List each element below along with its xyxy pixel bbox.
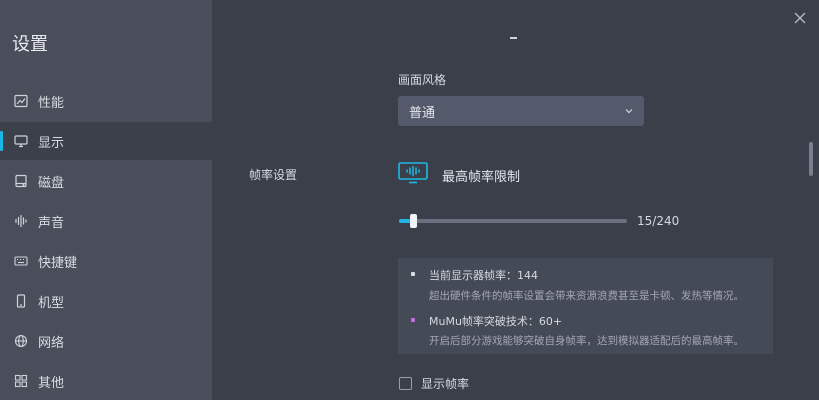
sidebar-item-label: 声音 [38,215,65,231]
sidebar-item-other[interactable]: 其他 [0,362,212,400]
info-bullet-white [411,272,415,276]
sidebar-item-sound[interactable]: 声音 [0,202,212,240]
sidebar: 设置 性能 显示 磁盘 声音 快捷键 机型 网络 其他 [0,0,212,400]
info-line2-desc: 开启后部分游戏能够突破自身帧率，达到模拟器适配后的最高帧率。 [429,335,744,347]
keyboard-icon [14,254,28,268]
style-label: 画面风格 [398,73,447,87]
grid-icon [14,374,28,388]
fps-info-box: 当前显示器帧率：144 超出硬件条件的帧率设置会带来资源浪费甚至是卡顿、发热等情… [398,258,773,354]
monitor-icon [14,134,28,148]
sidebar-item-label: 网络 [38,335,65,351]
fps-slider[interactable] [399,214,627,228]
close-icon [794,12,806,24]
chevron-down-icon [625,109,633,114]
scrollbar-thumb[interactable] [809,142,813,176]
sidebar-item-performance[interactable]: 性能 [0,82,212,120]
sidebar-item-device[interactable]: 机型 [0,282,212,320]
show-fps-toggle[interactable]: 显示帧率 [399,375,469,392]
sidebar-item-disk[interactable]: 磁盘 [0,162,212,200]
globe-icon [14,334,28,348]
sidebar-title: 设置 [12,34,48,55]
sidebar-item-label: 显示 [38,135,65,151]
show-fps-label: 显示帧率 [421,377,470,391]
info-line2-title: MuMu帧率突破技术：60+ [429,315,563,328]
info-line1-title: 当前显示器帧率：144 [429,269,538,282]
fps-section-label: 帧率设置 [249,168,298,182]
fps-limit-title: 最高帧率限制 [442,170,521,185]
sidebar-item-display[interactable]: 显示 [0,122,212,160]
disk-icon [14,174,28,188]
fps-slider-thumb[interactable] [410,214,418,228]
fps-slider-value: 15/240 [637,214,680,228]
info-line1-desc: 超出硬件条件的帧率设置会带来资源浪费甚至是卡顿、发热等情况。 [429,290,744,302]
sound-icon [14,214,28,228]
close-button[interactable] [792,10,808,26]
sidebar-item-label: 磁盘 [38,175,65,191]
sidebar-item-label: 快捷键 [38,255,78,271]
sidebar-item-label: 其他 [38,375,65,391]
sidebar-item-label: 性能 [38,95,65,111]
show-fps-checkbox[interactable] [399,377,412,390]
info-bullet-purple [411,318,415,322]
sidebar-item-shortcuts[interactable]: 快捷键 [0,242,212,280]
minimize-dash [510,37,517,39]
fps-monitor-icon [398,162,428,184]
style-select-value: 普通 [409,105,436,121]
style-select[interactable]: 普通 [398,96,644,126]
sidebar-item-label: 机型 [38,295,65,311]
sidebar-item-network[interactable]: 网络 [0,322,212,360]
chart-icon [14,94,28,108]
phone-icon [14,294,28,308]
